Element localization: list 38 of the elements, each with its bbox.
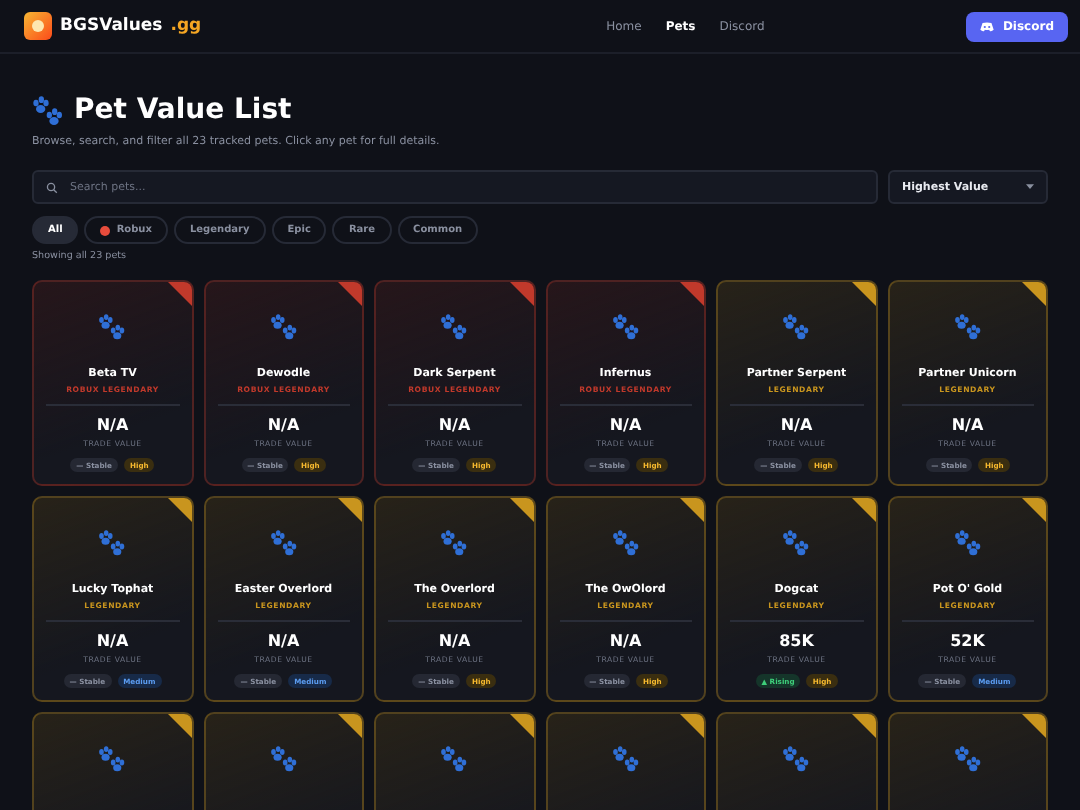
- paw-icon: [611, 746, 640, 772]
- brand-name[interactable]: BGSValues: [60, 16, 163, 36]
- paw-icon: [953, 530, 982, 556]
- paw-icon: [32, 95, 64, 125]
- logo-icon: [24, 12, 52, 40]
- page-title: Pet Value List: [74, 94, 292, 126]
- trade-value: N/A: [438, 416, 471, 434]
- trade-value: N/A: [609, 416, 642, 434]
- paw-icon: [440, 530, 469, 556]
- paw-icon: [98, 314, 127, 340]
- trade-value: 52K: [950, 632, 985, 650]
- trade-value: N/A: [96, 416, 129, 434]
- caret-icon: [1026, 184, 1034, 190]
- trade-value: 85K: [779, 632, 814, 650]
- paw-icon: [269, 746, 298, 772]
- paw-icon: [440, 314, 469, 340]
- trade-value: N/A: [96, 632, 129, 650]
- search-icon: [46, 181, 58, 193]
- paw-icon: [611, 314, 640, 340]
- brand-suffix: .gg: [170, 16, 202, 36]
- paw-icon: [269, 530, 298, 556]
- paw-icon: [782, 530, 811, 556]
- chat-icon: [980, 21, 995, 31]
- paw-icon: [98, 746, 127, 772]
- paw-icon: [782, 746, 811, 772]
- paw-icon: [782, 314, 811, 340]
- paw-icon: [440, 746, 469, 772]
- paw-icon: [953, 314, 982, 340]
- trade-value: N/A: [267, 416, 300, 434]
- paw-icon: [269, 314, 298, 340]
- trade-value: N/A: [951, 416, 984, 434]
- trade-value: N/A: [780, 416, 813, 434]
- trade-value: N/A: [438, 632, 471, 650]
- paw-icon: [953, 746, 982, 772]
- paw-icon: [611, 530, 640, 556]
- paw-icon: [98, 530, 127, 556]
- trade-value: N/A: [609, 632, 642, 650]
- trade-value: N/A: [267, 632, 300, 650]
